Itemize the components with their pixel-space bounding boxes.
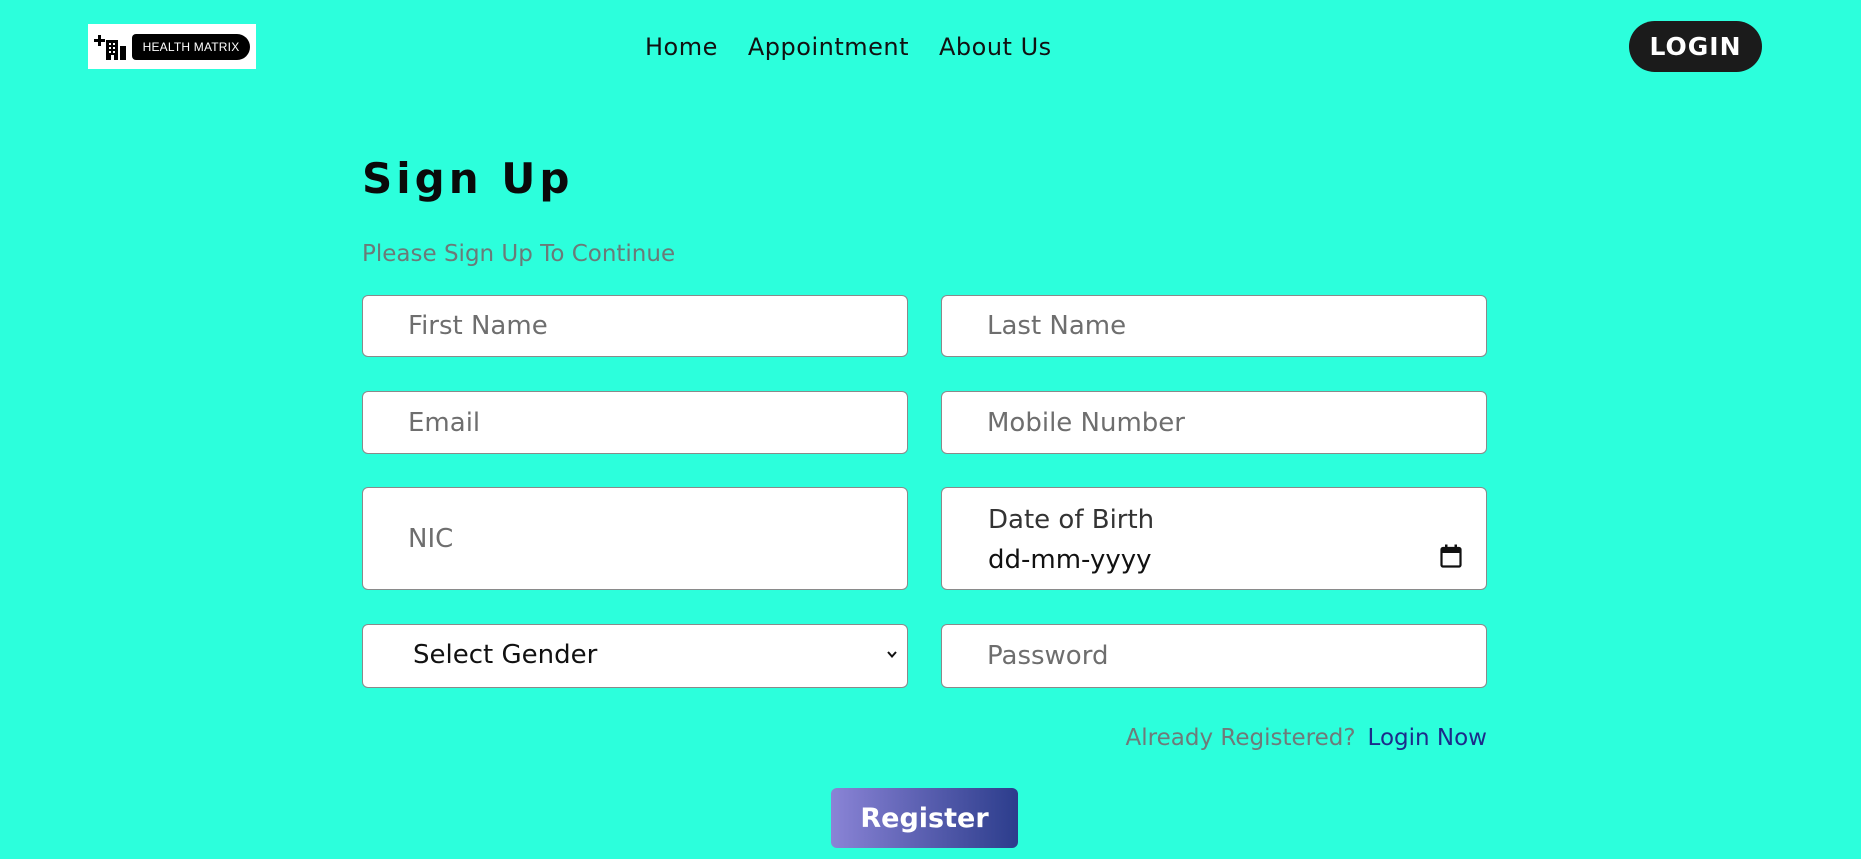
last-name-field-wrapper <box>941 295 1487 357</box>
nav-item-home[interactable]: Home <box>645 33 718 61</box>
logo-text: HEALTH MATRIX <box>132 33 250 60</box>
already-registered-text: Already Registered? <box>1125 725 1356 751</box>
nav-item-appointment[interactable]: Appointment <box>748 33 909 61</box>
chevron-down-icon <box>887 651 897 659</box>
mobile-number-field-wrapper <box>941 391 1487 454</box>
register-button[interactable]: Register <box>831 788 1018 848</box>
hospital-icon <box>94 34 126 60</box>
page-subtitle: Please Sign Up To Continue <box>362 241 676 267</box>
page-title: Sign Up <box>362 154 574 203</box>
calendar-icon[interactable] <box>1440 544 1462 568</box>
last-name-field[interactable] <box>942 296 1486 356</box>
login-button[interactable]: LOGIN <box>1629 21 1762 72</box>
first-name-field-wrapper <box>362 295 908 357</box>
email-field[interactable] <box>363 392 907 453</box>
nic-field-wrapper <box>362 487 908 590</box>
date-of-birth-label: Date of Birth <box>988 505 1155 535</box>
already-registered-row: Already Registered? Login Now <box>1126 725 1487 751</box>
first-name-field[interactable] <box>363 296 907 356</box>
nic-field[interactable] <box>363 488 907 589</box>
gender-select-value: Select Gender <box>413 640 598 670</box>
password-field-wrapper <box>941 624 1487 688</box>
email-field-wrapper <box>362 391 908 454</box>
brand-logo[interactable]: HEALTH MATRIX <box>88 24 256 69</box>
login-now-link[interactable]: Login Now <box>1368 725 1487 751</box>
mobile-number-field[interactable] <box>942 392 1486 453</box>
date-of-birth-field[interactable]: Date of Birth dd-mm-yyyy <box>941 487 1487 590</box>
gender-select[interactable]: Select Gender <box>362 624 908 688</box>
date-of-birth-value[interactable]: dd-mm-yyyy <box>988 545 1152 575</box>
password-field[interactable] <box>942 625 1486 687</box>
nav-item-about-us[interactable]: About Us <box>939 33 1052 61</box>
main-nav: Home Appointment About Us <box>645 33 1052 61</box>
